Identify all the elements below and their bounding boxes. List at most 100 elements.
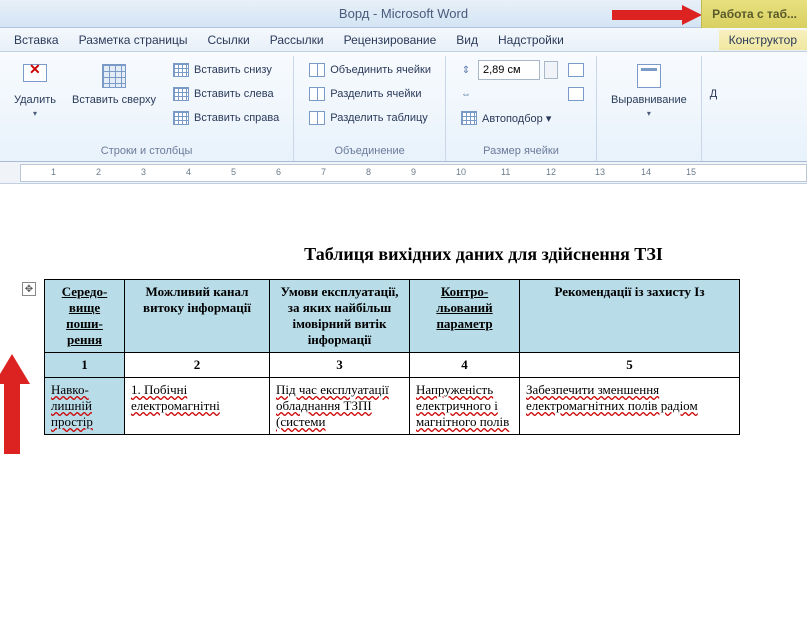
ruler-area: 1 2 3 4 5 6 7 8 9 10 11 12 13 14 15	[0, 162, 807, 184]
ribbon: Удалить▾ Вставить сверху Вставить снизу …	[0, 52, 807, 162]
table-cell: 1. Побічні електромагнітні	[125, 378, 270, 435]
group-data: Д	[702, 56, 725, 161]
ruler-tick: 8	[366, 167, 371, 177]
table-header-cell[interactable]: Умови експлуатації, за яких найбільш імо…	[270, 280, 410, 353]
tab-design[interactable]: Конструктор	[719, 30, 807, 50]
table-cell[interactable]: 2	[125, 353, 270, 378]
table-cell: Під час експлуатації обладнання ТЗПІ (си…	[270, 378, 410, 435]
split-cells-button[interactable]: Разделить ячейки	[302, 82, 437, 106]
tab-addins[interactable]: Надстройки	[488, 30, 574, 50]
table-cell: Навко-лишній простір	[45, 378, 125, 435]
ruler-tick: 11	[501, 167, 510, 177]
table-number-row[interactable]: 1 2 3 4 5	[45, 353, 740, 378]
table-data-row[interactable]: Навко-лишній простір 1. Побічні електром…	[45, 378, 740, 435]
table-cell: Напруженість електричного і магнітного п…	[410, 378, 520, 435]
group-label-rows-cols: Строки и столбцы	[8, 143, 285, 161]
ruler-tick: 9	[411, 167, 416, 177]
table-cell[interactable]: 5	[520, 353, 740, 378]
window-title: Ворд - Microsoft Word	[339, 6, 468, 21]
insert-right-label: Вставить справа	[194, 112, 279, 124]
split-table-button[interactable]: Разделить таблицу	[302, 106, 437, 130]
autofit-button[interactable]: Автоподбор ▾	[454, 106, 588, 130]
table-cell: Забезпечити зменшення електромагнітних п…	[520, 378, 740, 435]
ruler-tick: 13	[595, 167, 605, 177]
table-move-handle[interactable]: ✥	[22, 282, 36, 296]
table-header-cell[interactable]: Можливий канал витоку інформації	[125, 280, 270, 353]
delete-button[interactable]: Удалить▾	[8, 58, 62, 122]
alignment-label: Выравнивание	[611, 94, 687, 106]
red-arrow-icon	[612, 4, 702, 26]
insert-below-label: Вставить снизу	[194, 64, 272, 76]
merge-cells-button[interactable]: Объединить ячейки	[302, 58, 437, 82]
tab-review[interactable]: Рецензирование	[334, 30, 447, 50]
delete-label: Удалить	[14, 94, 56, 106]
tab-references[interactable]: Ссылки	[197, 30, 259, 50]
ruler-tick: 12	[546, 167, 556, 177]
horizontal-ruler[interactable]: 1 2 3 4 5 6 7 8 9 10 11 12 13 14 15	[20, 164, 807, 182]
row-height-input[interactable]	[478, 60, 540, 80]
tab-view[interactable]: Вид	[446, 30, 488, 50]
insert-right-button[interactable]: Вставить справа	[166, 106, 285, 130]
row-height-icon: ⇕	[458, 63, 474, 77]
insert-left-label: Вставить слева	[194, 88, 274, 100]
red-arrow-up-icon	[0, 354, 30, 454]
insert-below-button[interactable]: Вставить снизу	[166, 58, 285, 82]
ribbon-tabs: Вставка Разметка страницы Ссылки Рассылк…	[0, 28, 807, 52]
split-table-icon	[309, 111, 325, 125]
delete-icon	[23, 64, 47, 88]
document-heading[interactable]: Таблиця вихідних даних для здійснення ТЗ…	[40, 244, 807, 265]
insert-left-icon	[173, 87, 189, 101]
group-label-alignment	[605, 143, 693, 161]
ruler-tick: 7	[321, 167, 326, 177]
autofit-label: Автоподбор	[482, 113, 543, 125]
distribute-cols-icon[interactable]	[568, 87, 584, 101]
ruler-tick: 15	[686, 167, 696, 177]
table-cell[interactable]: 4	[410, 353, 520, 378]
split-cells-icon	[309, 87, 325, 101]
group-alignment: Выравнивание▾	[597, 56, 702, 161]
document-table[interactable]: Середо-вище поши-рення Можливий канал ви…	[44, 279, 740, 435]
tab-insert[interactable]: Вставка	[4, 30, 69, 50]
document-area[interactable]: Таблиця вихідних даних для здійснення ТЗ…	[0, 184, 807, 625]
ruler-tick: 14	[641, 167, 651, 177]
title-bar: Ворд - Microsoft Word Работа с таб...	[0, 0, 807, 28]
insert-left-button[interactable]: Вставить слева	[166, 82, 285, 106]
tab-page-layout[interactable]: Разметка страницы	[69, 30, 198, 50]
table-grid-icon	[102, 64, 126, 88]
table-header-row[interactable]: Середо-вище поши-рення Можливий канал ви…	[45, 280, 740, 353]
autofit-icon	[461, 111, 477, 125]
split-cells-label: Разделить ячейки	[330, 88, 421, 100]
ruler-tick: 10	[456, 167, 466, 177]
table-cell[interactable]: 1	[45, 353, 125, 378]
spinner-icon[interactable]	[544, 61, 558, 79]
insert-right-icon	[173, 111, 189, 125]
table-cell[interactable]: 3	[270, 353, 410, 378]
merge-cells-icon	[309, 63, 325, 77]
col-width-icon: ⇔	[458, 87, 474, 101]
group-rows-columns: Удалить▾ Вставить сверху Вставить снизу …	[0, 56, 294, 161]
ruler-tick: 6	[276, 167, 281, 177]
table-header-cell[interactable]: Рекомендації із захисту Із	[520, 280, 740, 353]
distribute-rows-icon[interactable]	[568, 63, 584, 77]
alignment-button[interactable]: Выравнивание▾	[605, 58, 693, 122]
table-header-cell: Контро-льований параметр	[410, 280, 520, 353]
insert-above-button[interactable]: Вставить сверху	[66, 58, 162, 109]
alignment-icon	[637, 64, 661, 88]
split-table-label: Разделить таблицу	[330, 112, 428, 124]
merge-label: Объединить ячейки	[330, 64, 431, 76]
tab-mailings[interactable]: Рассылки	[260, 30, 334, 50]
group-cell-size: ⇕ ⇔ Автоподбор ▾ Размер ячейки	[446, 56, 597, 161]
contextual-tab-table-tools[interactable]: Работа с таб...	[701, 0, 807, 28]
ruler-tick: 1	[51, 167, 56, 177]
ruler-tick: 4	[186, 167, 191, 177]
insert-below-icon	[173, 63, 189, 77]
ruler-tick: 3	[141, 167, 146, 177]
ruler-tick: 2	[96, 167, 101, 177]
group-merge: Объединить ячейки Разделить ячейки Разде…	[294, 56, 446, 161]
group-label-cell-size: Размер ячейки	[454, 143, 588, 161]
ruler-tick: 5	[231, 167, 236, 177]
table-header-cell: Середо-вище поши-рення	[45, 280, 125, 353]
insert-above-label: Вставить сверху	[72, 94, 156, 106]
data-label: Д	[710, 58, 717, 101]
group-label-merge: Объединение	[302, 143, 437, 161]
